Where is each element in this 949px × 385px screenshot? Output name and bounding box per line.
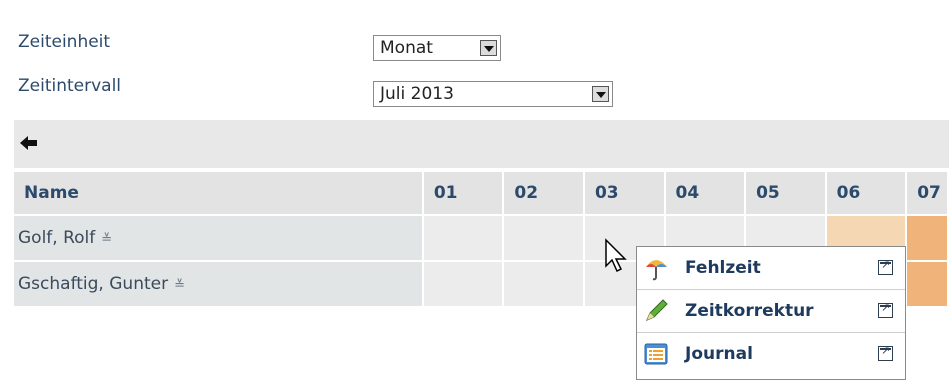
- employee-name: Gschaftig, Gunter: [18, 274, 169, 294]
- table-header-row: Name 01 02 03 04 05 06 07: [14, 172, 949, 214]
- day-cell[interactable]: [504, 260, 585, 306]
- zeiteinheit-select[interactable]: Monat: [373, 35, 501, 61]
- context-menu-item-journal[interactable]: Journal: [637, 333, 905, 375]
- zeitintervall-value: Juli 2013: [380, 84, 454, 104]
- context-menu-label: Fehlzeit: [685, 258, 761, 278]
- context-menu-label: Zeitkorrektur: [685, 301, 814, 321]
- column-header-day: 05: [746, 172, 827, 214]
- chevron-down-icon[interactable]: [592, 86, 609, 102]
- column-header-day: 01: [423, 172, 505, 214]
- zeiteinheit-label: Zeiteinheit: [18, 32, 111, 52]
- open-external-icon[interactable]: [878, 344, 893, 361]
- day-cell[interactable]: [423, 214, 505, 260]
- context-menu: Fehlzeit Zeitkorrektur Journal: [636, 246, 906, 380]
- column-header-day: 04: [665, 172, 747, 214]
- context-menu-label: Journal: [685, 344, 753, 364]
- day-cell[interactable]: [504, 214, 585, 260]
- column-header-name: Name: [14, 172, 424, 214]
- employee-name-cell[interactable]: Gschaftig, Gunter ≚: [14, 260, 424, 306]
- column-header-day: 06: [826, 172, 908, 214]
- chevron-down-icon[interactable]: [480, 40, 497, 56]
- column-header-day: 02: [504, 172, 585, 214]
- chevron-double-down-icon[interactable]: ≚: [174, 278, 185, 293]
- pencil-icon: [646, 299, 668, 321]
- zeitintervall-label: Zeitintervall: [18, 76, 122, 96]
- navigation-toolbar: [14, 120, 949, 168]
- day-cell-weekend[interactable]: [907, 214, 949, 260]
- chevron-double-down-icon[interactable]: ≚: [101, 232, 112, 247]
- umbrella-icon: [646, 260, 667, 281]
- open-external-icon[interactable]: [878, 258, 893, 275]
- mouse-pointer-icon: [605, 238, 627, 273]
- arrow-left-icon[interactable]: [20, 135, 38, 151]
- context-menu-item-zeitkorrektur[interactable]: Zeitkorrektur: [637, 290, 905, 333]
- day-cell[interactable]: [423, 260, 505, 306]
- employee-name-cell[interactable]: Golf, Rolf ≚: [14, 214, 424, 260]
- employee-name: Golf, Rolf: [18, 228, 96, 248]
- journal-icon: [644, 343, 668, 365]
- context-menu-item-fehlzeit[interactable]: Fehlzeit: [637, 247, 905, 290]
- day-cell-weekend[interactable]: [907, 260, 949, 306]
- column-header-day: 03: [584, 172, 666, 214]
- zeitintervall-select[interactable]: Juli 2013: [373, 81, 613, 107]
- zeiteinheit-value: Monat: [380, 38, 433, 58]
- open-external-icon[interactable]: [878, 301, 893, 318]
- column-header-day: 07: [907, 172, 949, 214]
